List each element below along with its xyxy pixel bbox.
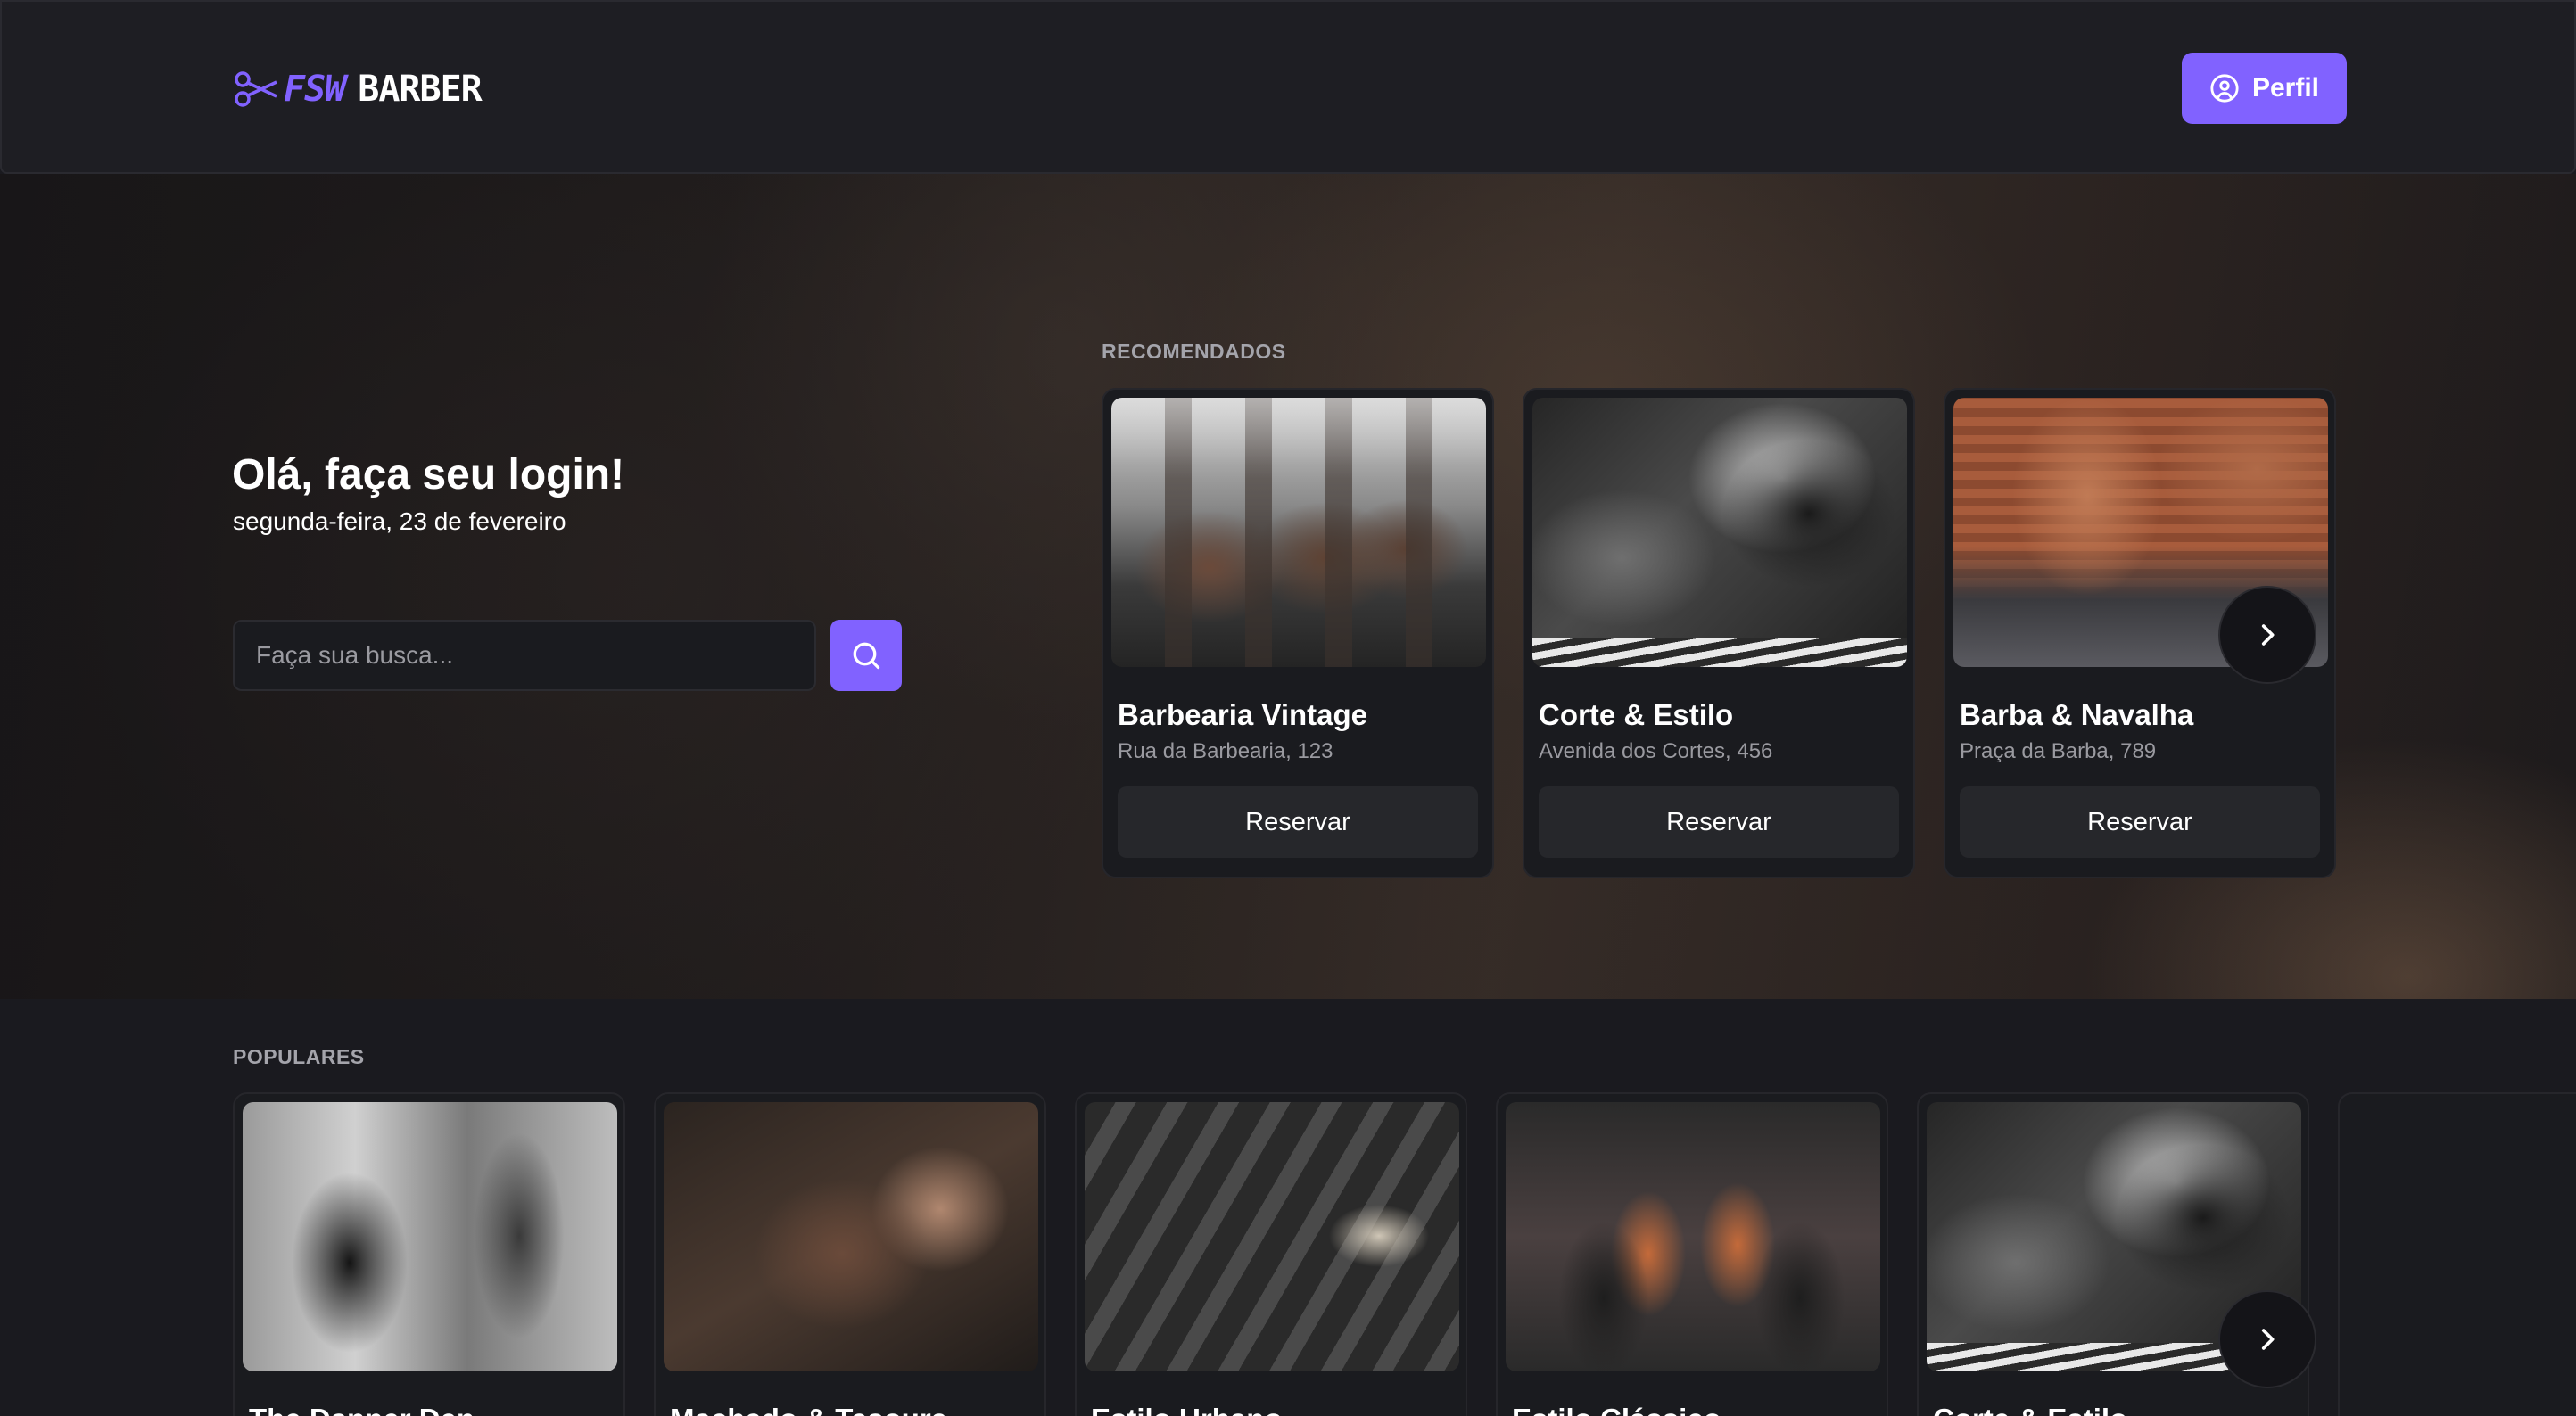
hero-section: Olá, faça seu login! segunda-feira, 23 d… bbox=[0, 174, 2576, 999]
barbershop-name: The Dapper Den bbox=[249, 1403, 475, 1416]
logo-fsw-text: FSW bbox=[284, 69, 346, 110]
barbershop-address: Avenida dos Cortes, 456 bbox=[1539, 739, 1773, 763]
barbershop-address: Praça da Barba, 789 bbox=[1960, 739, 2157, 763]
barbershop-name: Barba & Navalha bbox=[1960, 698, 2194, 731]
profile-label: Perfil bbox=[2251, 73, 2320, 103]
logo[interactable]: FSW BARBER bbox=[234, 68, 483, 111]
user-circle-icon bbox=[2210, 74, 2239, 103]
chevron-right-icon bbox=[2261, 1329, 2275, 1350]
scissors-icon bbox=[235, 71, 277, 107]
search-input[interactable] bbox=[256, 641, 814, 670]
barbershop-image bbox=[1111, 398, 1486, 667]
search-icon bbox=[853, 642, 880, 670]
barbershop-image bbox=[664, 1102, 1038, 1371]
recommended-next-button[interactable] bbox=[2218, 586, 2316, 684]
recommended-card[interactable]: Barbearia Vintage Rua da Barbearia, 123 … bbox=[1102, 388, 1494, 878]
search-field[interactable] bbox=[233, 620, 816, 691]
popular-card[interactable]: Estilo Clássico bbox=[1496, 1092, 1888, 1416]
barbershop-image bbox=[1532, 398, 1907, 667]
chevron-right-icon bbox=[2261, 624, 2275, 646]
barbershop-name: Estilo Urbano bbox=[1091, 1403, 1283, 1416]
header: FSW BARBER Perfil bbox=[0, 0, 2576, 174]
popular-card[interactable]: The Dapper Den bbox=[233, 1092, 625, 1416]
current-date: segunda-feira, 23 de fevereiro bbox=[233, 507, 566, 535]
greeting-title: Olá, faça seu login! bbox=[232, 451, 625, 498]
barbershop-name: Barbearia Vintage bbox=[1118, 698, 1368, 731]
barbershop-image bbox=[243, 1102, 617, 1371]
barbershop-image bbox=[1506, 1102, 1880, 1371]
reserve-button[interactable]: Reservar bbox=[1539, 786, 1899, 858]
logo-barber-text: BARBER bbox=[358, 69, 482, 110]
popular-card-partial[interactable] bbox=[2338, 1092, 2576, 1416]
reserve-button[interactable]: Reservar bbox=[1960, 786, 2320, 858]
recommended-card[interactable]: Corte & Estilo Avenida dos Cortes, 456 R… bbox=[1523, 388, 1915, 878]
recommended-title: RECOMENDADOS bbox=[1102, 340, 1286, 363]
popular-card[interactable]: Machado & Tesoura bbox=[654, 1092, 1046, 1416]
barbershop-address: Rua da Barbearia, 123 bbox=[1118, 739, 1333, 763]
popular-next-button[interactable] bbox=[2218, 1290, 2316, 1388]
barbershop-name: Estilo Clássico bbox=[1512, 1403, 1721, 1416]
barbershop-name: Machado & Tesoura bbox=[670, 1403, 947, 1416]
profile-button[interactable]: Perfil bbox=[2182, 53, 2347, 124]
barbershop-image bbox=[1085, 1102, 1459, 1371]
reserve-button[interactable]: Reservar bbox=[1118, 786, 1478, 858]
popular-card[interactable]: Estilo Urbano bbox=[1075, 1092, 1467, 1416]
popular-title: POPULARES bbox=[233, 1045, 365, 1068]
barbershop-name: Corte & Estilo bbox=[1539, 698, 1734, 731]
barbershop-name: Corte & Estilo bbox=[1933, 1403, 2127, 1416]
search-button[interactable] bbox=[830, 620, 902, 691]
